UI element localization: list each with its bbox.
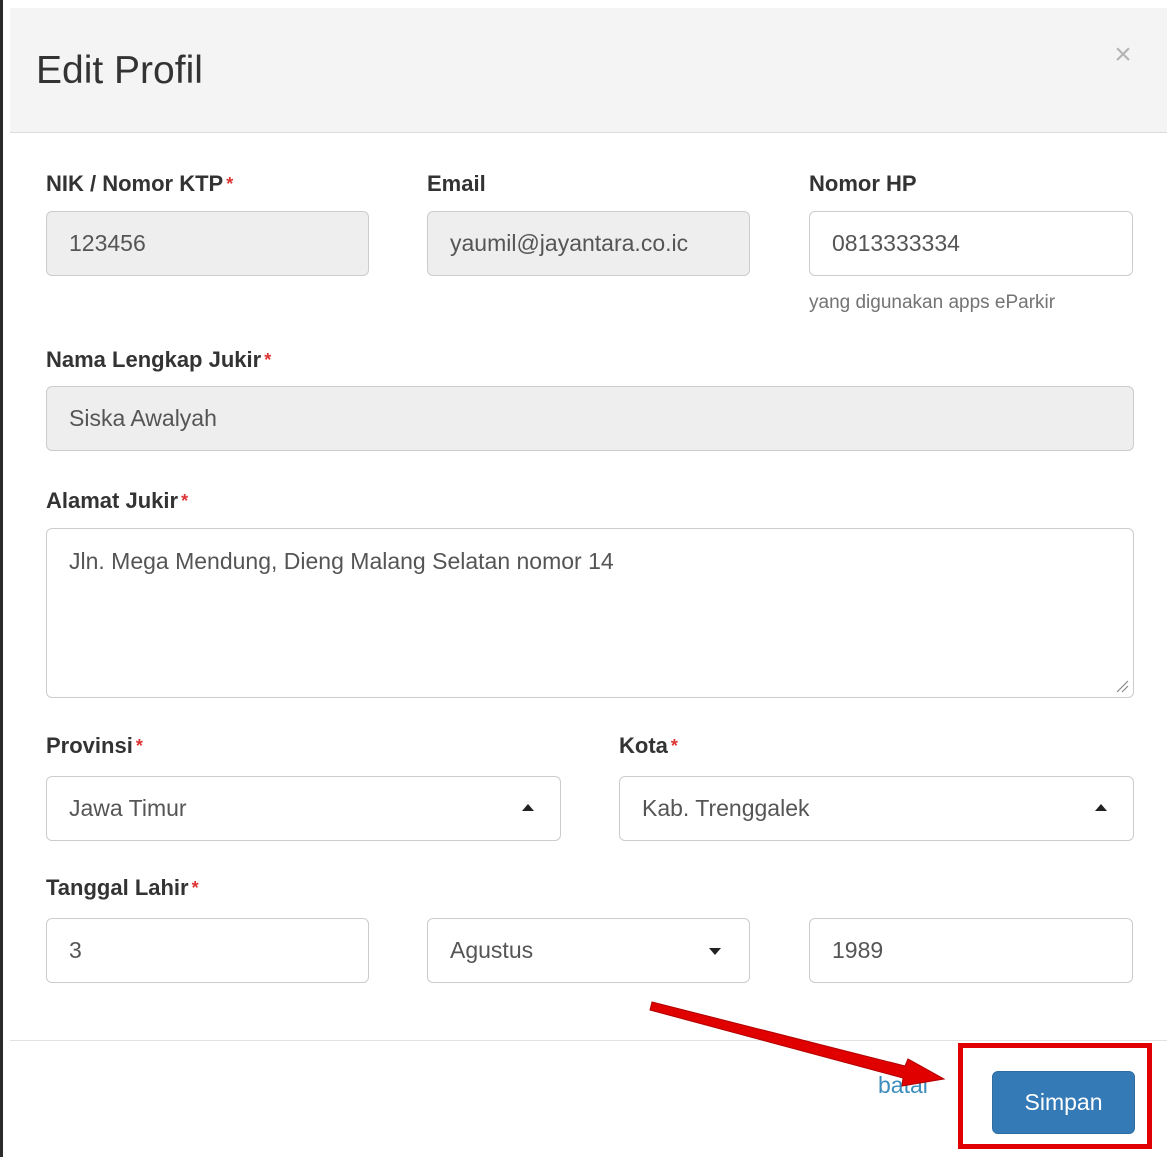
birth-day-value: 3 [69,937,82,963]
nik-value: 123456 [69,230,146,256]
city-select[interactable]: Kab. Trenggalek [619,776,1134,841]
email-value: yaumil@jayantara.co.ic [450,230,689,256]
full-name-label: Nama Lengkap Jukir * [46,347,272,372]
nik-field[interactable]: 123456 [46,211,369,276]
cancel-link[interactable]: batal [878,1070,928,1100]
province-value: Jawa Timur [69,795,187,821]
nik-label: NIK / Nomor KTP * [46,171,234,196]
full-name-value: Siska Awalyah [69,405,217,431]
birth-date-label: Tanggal Lahir * [46,875,199,900]
required-marker: * [226,174,234,194]
birth-year-field[interactable]: 1989 [809,918,1133,983]
required-marker: * [135,736,143,756]
city-value: Kab. Trenggalek [642,795,810,821]
required-marker: * [181,491,189,511]
phone-help-text: yang digunakan apps eParkir [809,292,1056,313]
resize-grip-icon[interactable] [1115,679,1129,693]
caret-up-icon [1095,804,1107,811]
caret-up-icon [522,804,534,811]
province-select[interactable]: Jawa Timur [46,776,561,841]
birth-month-select[interactable]: Agustus [427,918,750,983]
birth-year-value: 1989 [832,937,884,963]
footer-divider [10,1040,1167,1041]
modal-header: Edit Profil × [10,8,1167,133]
birth-day-field[interactable]: 3 [46,918,369,983]
close-icon[interactable]: × [1108,38,1138,72]
required-marker: * [191,878,199,898]
modal-title: Edit Profil [36,49,203,92]
caret-down-icon [709,948,721,955]
province-label: Provinsi * [46,733,143,758]
email-label: Email [427,171,486,196]
phone-label: Nomor HP [809,171,917,196]
save-button[interactable]: Simpan [992,1071,1135,1134]
full-name-field[interactable]: Siska Awalyah [46,386,1134,451]
email-field[interactable]: yaumil@jayantara.co.ic [427,211,750,276]
phone-value: 0813333334 [832,230,960,256]
required-marker: * [670,736,678,756]
birth-month-value: Agustus [450,937,534,963]
phone-field[interactable]: 0813333334 [809,211,1133,276]
required-marker: * [264,350,272,370]
address-value: Jln. Mega Mendung, Dieng Malang Selatan … [69,548,614,574]
address-label: Alamat Jukir * [46,488,189,513]
edit-profile-modal: Edit Profil × NIK / Nomor KTP * 123456 Em… [10,8,1167,1157]
page-left-edge [0,0,3,1157]
city-label: Kota * [619,733,678,758]
address-textarea[interactable]: Jln. Mega Mendung, Dieng Malang Selatan … [46,528,1134,698]
